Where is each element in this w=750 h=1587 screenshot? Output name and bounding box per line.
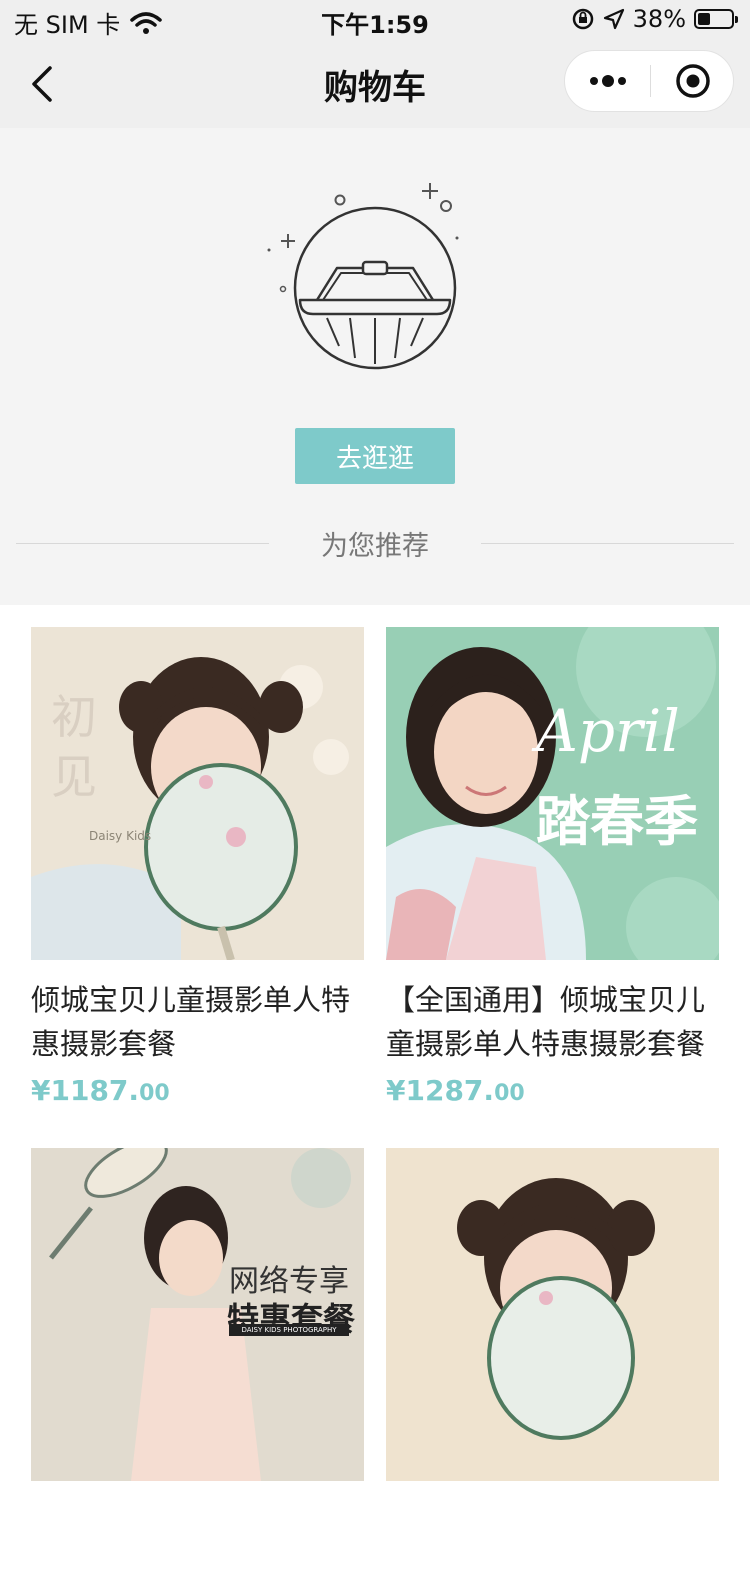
wifi-icon <box>130 11 163 34</box>
product-overlay-sub: Daisy Kids <box>89 829 152 843</box>
divider-line-right <box>481 543 734 544</box>
empty-cart-area: 去逛逛 为您推荐 <box>0 128 750 605</box>
more-button[interactable] <box>565 51 650 111</box>
product-image[interactable]: April 踏春季 <box>386 627 719 960</box>
price-decimal: 00 <box>139 1081 170 1106</box>
close-mini-program-button[interactable] <box>651 51 735 111</box>
product-overlay-sub: 踏春季 <box>536 790 698 853</box>
battery-icon <box>694 9 738 29</box>
status-right: 38% <box>571 5 738 33</box>
product-overlay-text: April <box>536 697 680 765</box>
battery-percent: 38% <box>632 5 686 33</box>
status-left: 无 SIM 卡 <box>14 5 163 40</box>
orientation-lock-icon <box>572 8 593 30</box>
product-title[interactable] <box>31 1499 364 1587</box>
carrier-text: 无 SIM 卡 <box>14 11 121 39</box>
price-decimal: 00 <box>494 1081 525 1106</box>
status-bar: 无 SIM 卡 下午1:59 38% <box>0 0 750 40</box>
go-shopping-button[interactable]: 去逛逛 <box>295 428 455 484</box>
product-image[interactable]: 网络专享 特惠套餐 DAISY KIDS PHOTOGRAPHY <box>31 1148 364 1481</box>
product-photo-placeholder <box>386 1148 719 1481</box>
price-main: ¥1187. <box>31 1074 140 1107</box>
product-card[interactable] <box>386 1148 719 1587</box>
product-image[interactable]: 初见 Daisy Kids <box>31 627 364 960</box>
product-card[interactable]: 网络专享 特惠套餐 DAISY KIDS PHOTOGRAPHY <box>31 1148 364 1587</box>
price-main: ¥1287. <box>386 1074 495 1107</box>
target-close-icon <box>676 64 710 98</box>
battery-level-fill <box>698 13 710 25</box>
product-card[interactable]: April 踏春季 【全国通用】倾城宝贝儿童摄影单人特惠摄影套餐 ¥1287.0… <box>386 627 719 1107</box>
more-dots-icon <box>589 75 626 87</box>
product-overlay-foot: DAISY KIDS PHOTOGRAPHY <box>229 1324 349 1336</box>
empty-basket-icon <box>267 183 459 370</box>
product-overlay-text: 初见 <box>51 690 97 804</box>
back-arrow-icon[interactable] <box>22 62 66 106</box>
product-image[interactable] <box>386 1148 719 1481</box>
product-title[interactable]: 【全国通用】倾城宝贝儿童摄影单人特惠摄影套餐 <box>386 978 719 1066</box>
location-arrow-icon <box>603 8 624 30</box>
product-card[interactable]: 初见 Daisy Kids 倾城宝贝儿童摄影单人特惠摄影套餐 ¥1187.00 <box>31 627 364 1107</box>
mini-program-capsule <box>564 50 734 112</box>
product-title[interactable] <box>386 1499 719 1587</box>
nav-bar: 购物车 <box>0 40 750 128</box>
product-price: ¥1287.00 <box>386 1074 719 1107</box>
product-price: ¥1187.00 <box>31 1074 364 1107</box>
product-title[interactable]: 倾城宝贝儿童摄影单人特惠摄影套餐 <box>31 978 364 1066</box>
divider-line-left <box>16 543 269 544</box>
